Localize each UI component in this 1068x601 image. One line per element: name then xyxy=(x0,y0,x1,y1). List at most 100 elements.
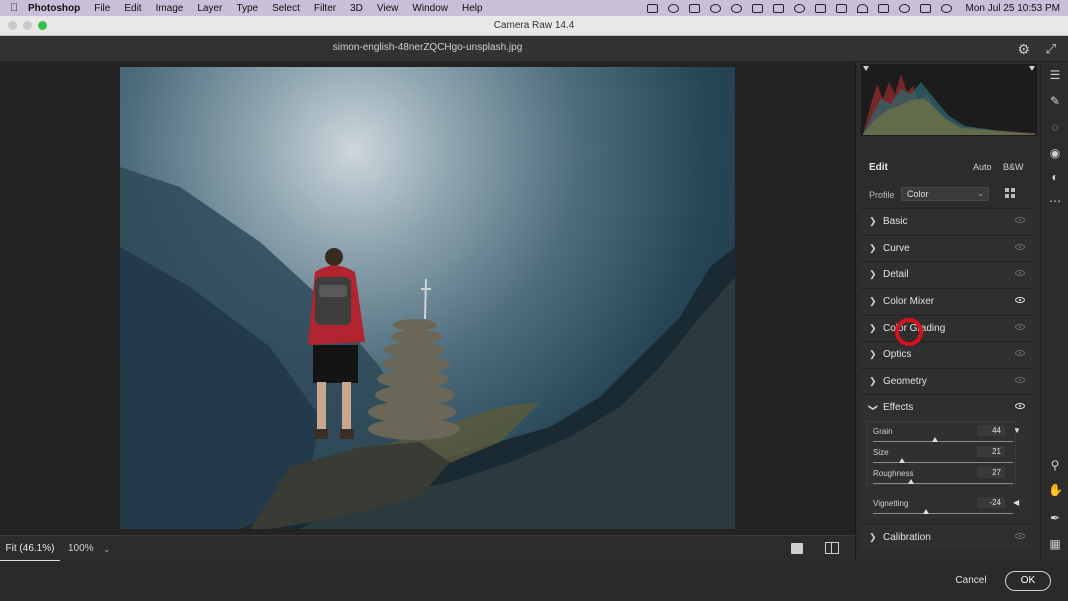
section-calibration[interactable]: ❯ Calibration xyxy=(861,524,1033,550)
section-curve[interactable]: ❯ Curve xyxy=(861,235,1033,261)
grain-track[interactable] xyxy=(873,441,1013,442)
grid-icon[interactable] xyxy=(814,3,826,13)
minimize-window-button[interactable] xyxy=(23,21,32,30)
control-center-icon[interactable] xyxy=(919,3,931,13)
red-eye-icon[interactable]: ◉ xyxy=(1048,146,1062,160)
screen-icon[interactable] xyxy=(751,3,763,13)
menu-filter[interactable]: Filter xyxy=(314,3,336,14)
vignetting-value[interactable]: -24 xyxy=(977,497,1005,508)
section-basic[interactable]: ❯ Basic xyxy=(861,208,1033,234)
grain-value[interactable]: 44 xyxy=(977,425,1005,436)
cancel-button[interactable]: Cancel xyxy=(948,571,994,591)
section-optics[interactable]: ❯ Optics xyxy=(861,341,1033,367)
size-thumb[interactable] xyxy=(899,458,906,463)
healing-brush-icon[interactable]: ✎ xyxy=(1048,94,1062,108)
eye-icon[interactable] xyxy=(1015,403,1025,409)
grid-overlay-icon[interactable]: ▦ xyxy=(1048,537,1062,551)
eye-icon[interactable] xyxy=(1015,533,1025,539)
section-color-grading[interactable]: ❯ Color Grading xyxy=(861,315,1033,341)
menubar-clock[interactable]: Mon Jul 25 10:53 PM xyxy=(966,3,1061,14)
menu-edit[interactable]: Edit xyxy=(124,3,141,14)
sync-icon[interactable] xyxy=(730,3,742,13)
eye-icon[interactable] xyxy=(1015,270,1025,276)
video-icon[interactable] xyxy=(646,3,658,13)
hand-tool-icon[interactable]: ✋ xyxy=(1048,483,1063,497)
search-icon[interactable] xyxy=(898,3,910,13)
menu-view[interactable]: View xyxy=(377,3,399,14)
edit-sliders-icon[interactable]: ☰ xyxy=(1048,68,1062,82)
bluetooth-icon[interactable] xyxy=(835,3,847,13)
status-icons: Mon Jul 25 10:53 PM xyxy=(646,0,1061,16)
eye-icon[interactable] xyxy=(1015,350,1025,356)
wifi-icon[interactable] xyxy=(856,3,868,13)
chevron-right-icon: ❯ xyxy=(869,532,877,542)
fit-zoom-button[interactable]: Fit (46.1%) xyxy=(0,536,60,562)
sampler-tool-icon[interactable]: ✒ xyxy=(1048,511,1062,525)
close-window-button[interactable] xyxy=(8,21,17,30)
roughness-track[interactable] xyxy=(873,483,1013,484)
keyboard-icon[interactable] xyxy=(877,3,889,13)
masking-icon[interactable]: ◌ xyxy=(1048,120,1062,134)
dialog-footer: Cancel OK xyxy=(0,561,1068,601)
menu-help[interactable]: Help xyxy=(462,3,483,14)
size-value[interactable]: 21 xyxy=(977,446,1005,457)
size-label: Size xyxy=(873,448,889,457)
roughness-thumb[interactable] xyxy=(907,479,914,484)
section-effects[interactable]: ❯ Effects xyxy=(861,394,1033,420)
siri-icon[interactable] xyxy=(940,3,952,13)
roughness-slider[interactable]: Roughness 27 xyxy=(873,467,1017,489)
vignetting-thumb[interactable] xyxy=(923,509,930,514)
zoom-dropdown-icon[interactable]: ⌄ xyxy=(103,536,111,562)
eye-icon[interactable] xyxy=(1015,324,1025,330)
grain-thumb[interactable] xyxy=(931,437,938,442)
eye-icon[interactable] xyxy=(1015,297,1025,303)
vignetting-slider[interactable]: Vignetting -24 ◀ xyxy=(873,497,1019,519)
more-options-icon[interactable]: ⋯ xyxy=(1048,194,1062,208)
zoom-window-button[interactable] xyxy=(38,21,47,30)
expand-triangle-icon[interactable]: ◀ xyxy=(1013,498,1019,507)
gear-icon[interactable]: ⚙ xyxy=(1017,41,1030,58)
globe-icon[interactable] xyxy=(709,3,721,13)
bw-button[interactable]: B&W xyxy=(1003,162,1024,172)
section-geometry[interactable]: ❯ Geometry xyxy=(861,368,1033,394)
cloud-icon[interactable] xyxy=(793,3,805,13)
profile-select[interactable]: Color ⌄ xyxy=(901,187,989,201)
app-menu-photoshop[interactable]: Photoshop xyxy=(28,3,80,14)
chevron-right-icon: ❯ xyxy=(869,323,877,333)
auto-button[interactable]: Auto xyxy=(973,162,992,172)
menu-type[interactable]: Type xyxy=(236,3,258,14)
photo-preview[interactable] xyxy=(120,67,735,529)
vignetting-track[interactable] xyxy=(873,513,1013,514)
menu-select[interactable]: Select xyxy=(272,3,300,14)
roughness-value[interactable]: 27 xyxy=(977,467,1005,478)
size-slider[interactable]: Size 21 xyxy=(873,446,1017,468)
grain-slider[interactable]: Grain 44 ▼ xyxy=(873,425,1021,447)
image-canvas[interactable] xyxy=(0,62,855,535)
size-track[interactable] xyxy=(873,462,1013,463)
eye-icon[interactable] xyxy=(1015,244,1025,250)
apple-icon[interactable]:  xyxy=(0,2,28,14)
menu-3d[interactable]: 3D xyxy=(350,3,363,14)
section-detail[interactable]: ❯ Detail xyxy=(861,261,1033,287)
bookmark-icon[interactable] xyxy=(772,3,784,13)
presets-icon[interactable]: ◐ xyxy=(1048,170,1062,184)
single-view-icon[interactable] xyxy=(791,543,803,554)
eye-icon[interactable] xyxy=(1015,377,1025,383)
menu-image[interactable]: Image xyxy=(156,3,184,14)
vignetting-label: Vignetting xyxy=(873,499,909,508)
creative-cloud-icon[interactable] xyxy=(667,3,679,13)
before-after-view-icon[interactable] xyxy=(825,542,839,554)
cursor-highlight xyxy=(895,318,923,346)
section-color-mixer[interactable]: ❯ Color Mixer xyxy=(861,288,1033,314)
eye-icon[interactable] xyxy=(1015,217,1025,223)
zoom-100-button[interactable]: 100% xyxy=(68,536,94,562)
ok-button[interactable]: OK xyxy=(1005,571,1051,591)
dropbox-icon[interactable] xyxy=(688,3,700,13)
fullscreen-icon[interactable]: ⤢ xyxy=(1046,41,1056,57)
profile-browser-icon[interactable] xyxy=(1005,188,1016,198)
collapse-triangle-icon[interactable]: ▼ xyxy=(1013,426,1021,435)
menu-layer[interactable]: Layer xyxy=(197,3,222,14)
menu-file[interactable]: File xyxy=(94,3,110,14)
menu-window[interactable]: Window xyxy=(412,3,448,14)
zoom-tool-icon[interactable]: ⚲ xyxy=(1048,458,1062,472)
